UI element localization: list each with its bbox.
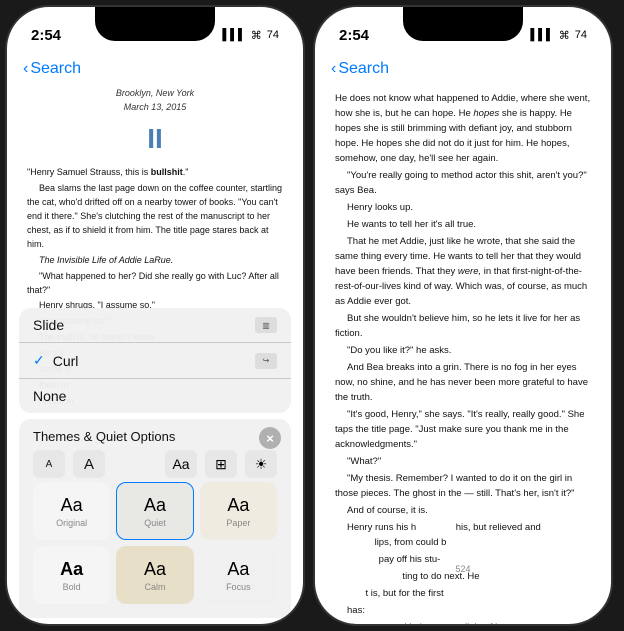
close-button[interactable]: × bbox=[259, 427, 281, 449]
chevron-left-icon-right: ‹ bbox=[331, 60, 336, 78]
theme-quiet-label: Aa bbox=[144, 495, 166, 516]
theme-quiet-name: Quiet bbox=[144, 518, 166, 528]
rp-1: He does not know what happened to Addie,… bbox=[335, 91, 591, 166]
themes-grid: Aa Original Aa Quiet Aa Paper Aa Bold bbox=[33, 482, 277, 604]
time-right: 2:54 bbox=[339, 27, 369, 44]
panel-overlay: Slide ▥ ✓ Curl ↪ None Themes & Quiet Opt… bbox=[7, 308, 303, 624]
app-container: 2:54 ▌▌▌ ⌘ 74 ‹ Search Brooklyn, New Yor… bbox=[5, 5, 619, 626]
themes-panel: Themes & Quiet Options × A A Aa bbox=[19, 419, 291, 618]
font-icon: Aa bbox=[172, 456, 189, 472]
rp-5: That he met Addie, just like he wrote, t… bbox=[335, 234, 591, 309]
status-icons-left: ▌▌▌ ⌘ 74 bbox=[222, 29, 279, 42]
font-icon-button[interactable]: Aa bbox=[165, 450, 197, 478]
transition-menu: Slide ▥ ✓ Curl ↪ None bbox=[19, 308, 291, 413]
theme-original-label: Aa bbox=[61, 495, 83, 516]
layout-icon: ⊞ bbox=[215, 456, 227, 473]
para-4: "What happened to her? Did she really go… bbox=[27, 270, 283, 298]
signal-icon-left: ▌▌▌ bbox=[222, 29, 245, 41]
theme-bold-name: Bold bbox=[63, 582, 81, 592]
theme-original-name: Original bbox=[56, 518, 87, 528]
slide-icon: ▥ bbox=[255, 317, 277, 333]
rp-17: has: bbox=[335, 603, 591, 618]
aa-controls-row: A A Aa ⊞ ☀ bbox=[33, 450, 277, 478]
time-left: 2:54 bbox=[31, 27, 61, 44]
nav-bar-right: ‹ Search bbox=[315, 51, 611, 87]
wifi-icon-right: ⌘ bbox=[559, 29, 570, 42]
rp-9: "It's good, Henry," she says. "It's real… bbox=[335, 407, 591, 452]
rp-16: t is, but for the first bbox=[335, 586, 591, 601]
transition-curl[interactable]: ✓ Curl ↪ bbox=[19, 343, 291, 379]
right-phone: 2:54 ▌▌▌ ⌘ 74 ‹ Search He does not know … bbox=[313, 5, 613, 626]
chapter-number: II bbox=[27, 118, 283, 160]
brightness-icon-button[interactable]: ☀ bbox=[245, 450, 277, 478]
transition-slide[interactable]: Slide ▥ bbox=[19, 308, 291, 343]
theme-calm-label: Aa bbox=[144, 559, 166, 580]
layout-icon-button[interactable]: ⊞ bbox=[205, 450, 237, 478]
curl-icon: ↪ bbox=[255, 353, 277, 369]
theme-focus[interactable]: Aa Focus bbox=[200, 546, 277, 604]
book-content-right: He does not know what happened to Addie,… bbox=[315, 87, 611, 626]
battery-left: 74 bbox=[267, 29, 279, 41]
page-number-right: 524 bbox=[315, 564, 611, 574]
para-3: The Invisible Life of Addie LaRue. bbox=[27, 254, 283, 268]
back-button-right[interactable]: ‹ Search bbox=[331, 60, 389, 78]
rp-6: But she wouldn't believe him, so he lets… bbox=[335, 311, 591, 341]
rp-2: "You're really going to method actor thi… bbox=[335, 168, 591, 198]
theme-quiet[interactable]: Aa Quiet bbox=[116, 482, 193, 540]
theme-paper-name: Paper bbox=[226, 518, 250, 528]
wifi-icon-left: ⌘ bbox=[251, 29, 262, 42]
check-icon: ✓ bbox=[33, 352, 45, 369]
status-icons-right: ▌▌▌ ⌘ 74 bbox=[530, 29, 587, 42]
para-2: Bea slams the last page down on the coff… bbox=[27, 182, 283, 252]
theme-focus-name: Focus bbox=[226, 582, 251, 592]
theme-bold-label: Aa bbox=[60, 559, 83, 580]
rp-18: sim, nd he's seen so little of it bbox=[335, 620, 591, 626]
decrease-font-button[interactable]: A bbox=[33, 450, 65, 478]
notch-right bbox=[403, 7, 523, 41]
theme-paper[interactable]: Aa Paper bbox=[200, 482, 277, 540]
rp-12: And of course, it is. bbox=[335, 503, 591, 518]
none-label: None bbox=[33, 388, 66, 404]
book-location: Brooklyn, New YorkMarch 13, 2015 bbox=[27, 87, 283, 114]
theme-paper-label: Aa bbox=[227, 495, 249, 516]
rp-4: He wants to tell her it's all true. bbox=[335, 217, 591, 232]
chevron-left-icon: ‹ bbox=[23, 60, 28, 78]
theme-bold[interactable]: Aa Bold bbox=[33, 546, 110, 604]
brightness-icon: ☀ bbox=[255, 456, 268, 473]
nav-bar-left: ‹ Search bbox=[7, 51, 303, 87]
themes-header: Themes & Quiet Options bbox=[33, 429, 277, 444]
curl-label: Curl bbox=[53, 353, 255, 369]
slide-label: Slide bbox=[33, 317, 64, 333]
theme-focus-label: Aa bbox=[227, 559, 249, 580]
rp-10: "What?" bbox=[335, 454, 591, 469]
left-phone: 2:54 ▌▌▌ ⌘ 74 ‹ Search Brooklyn, New Yor… bbox=[5, 5, 305, 626]
transition-none[interactable]: None bbox=[19, 379, 291, 413]
battery-right: 74 bbox=[575, 29, 587, 41]
theme-calm[interactable]: Aa Calm bbox=[116, 546, 193, 604]
theme-calm-name: Calm bbox=[144, 582, 165, 592]
rp-11: "My thesis. Remember? I wanted to do it … bbox=[335, 471, 591, 501]
theme-original[interactable]: Aa Original bbox=[33, 482, 110, 540]
signal-icon-right: ▌▌▌ bbox=[530, 29, 553, 41]
rp-7: "Do you like it?" he asks. bbox=[335, 343, 591, 358]
rp-13: Henry runs his h his, but relieved and l… bbox=[335, 520, 591, 550]
back-button-left[interactable]: ‹ Search bbox=[23, 60, 81, 78]
rp-3: Henry looks up. bbox=[335, 200, 591, 215]
increase-font-button[interactable]: A bbox=[73, 450, 105, 478]
rp-8: And Bea breaks into a grin. There is no … bbox=[335, 360, 591, 405]
notch bbox=[95, 7, 215, 41]
para-1: "Henry Samuel Strauss, this is bullshit.… bbox=[27, 166, 283, 180]
